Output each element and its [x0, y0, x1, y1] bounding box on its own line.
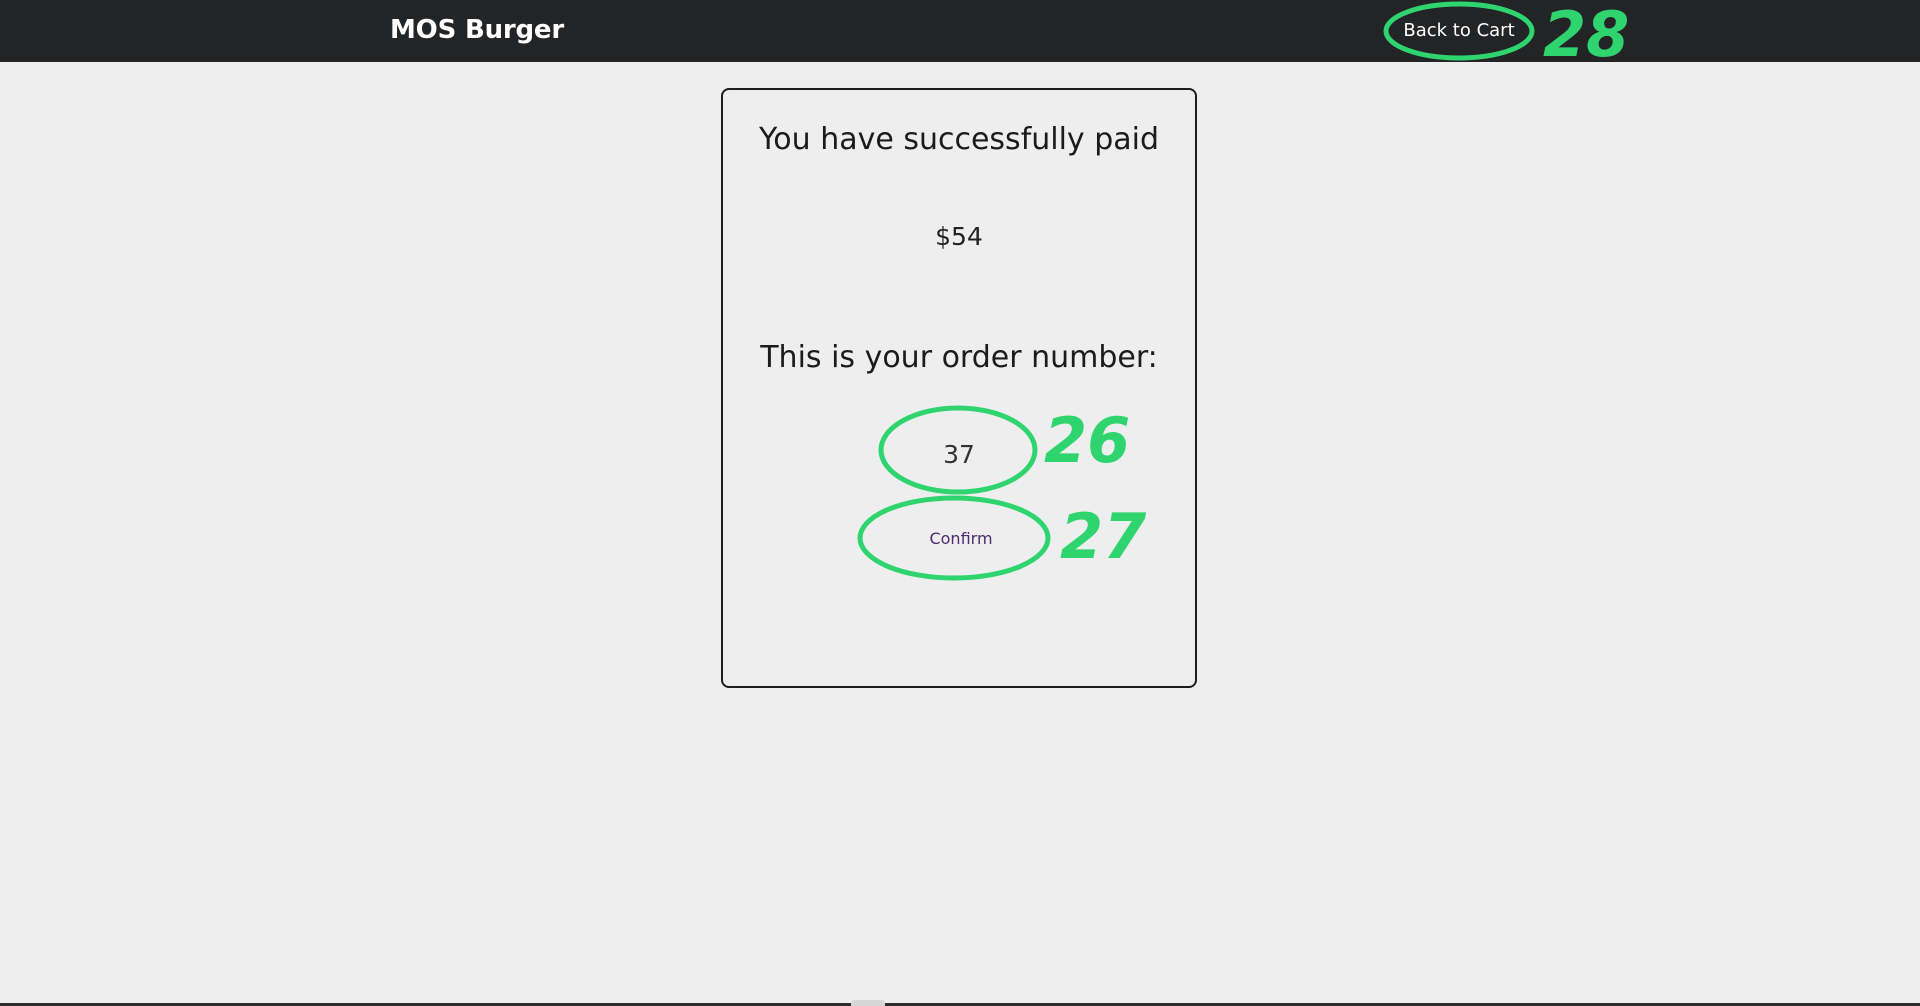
payment-success-card: You have successfully paid $54 This is y… — [721, 88, 1197, 688]
back-to-cart-link[interactable]: Back to Cart — [1385, 6, 1533, 54]
paid-amount: $54 — [935, 222, 983, 251]
top-navbar: MOS Burger Back to Cart — [0, 0, 1920, 62]
scroll-indicator — [851, 1000, 885, 1006]
order-number-label: This is your order number: — [760, 340, 1158, 375]
success-message: You have successfully paid — [758, 122, 1160, 157]
brand-logo-text[interactable]: MOS Burger — [390, 15, 564, 45]
confirm-button[interactable]: Confirm — [911, 522, 1011, 554]
order-number-value: 37 — [943, 440, 975, 469]
